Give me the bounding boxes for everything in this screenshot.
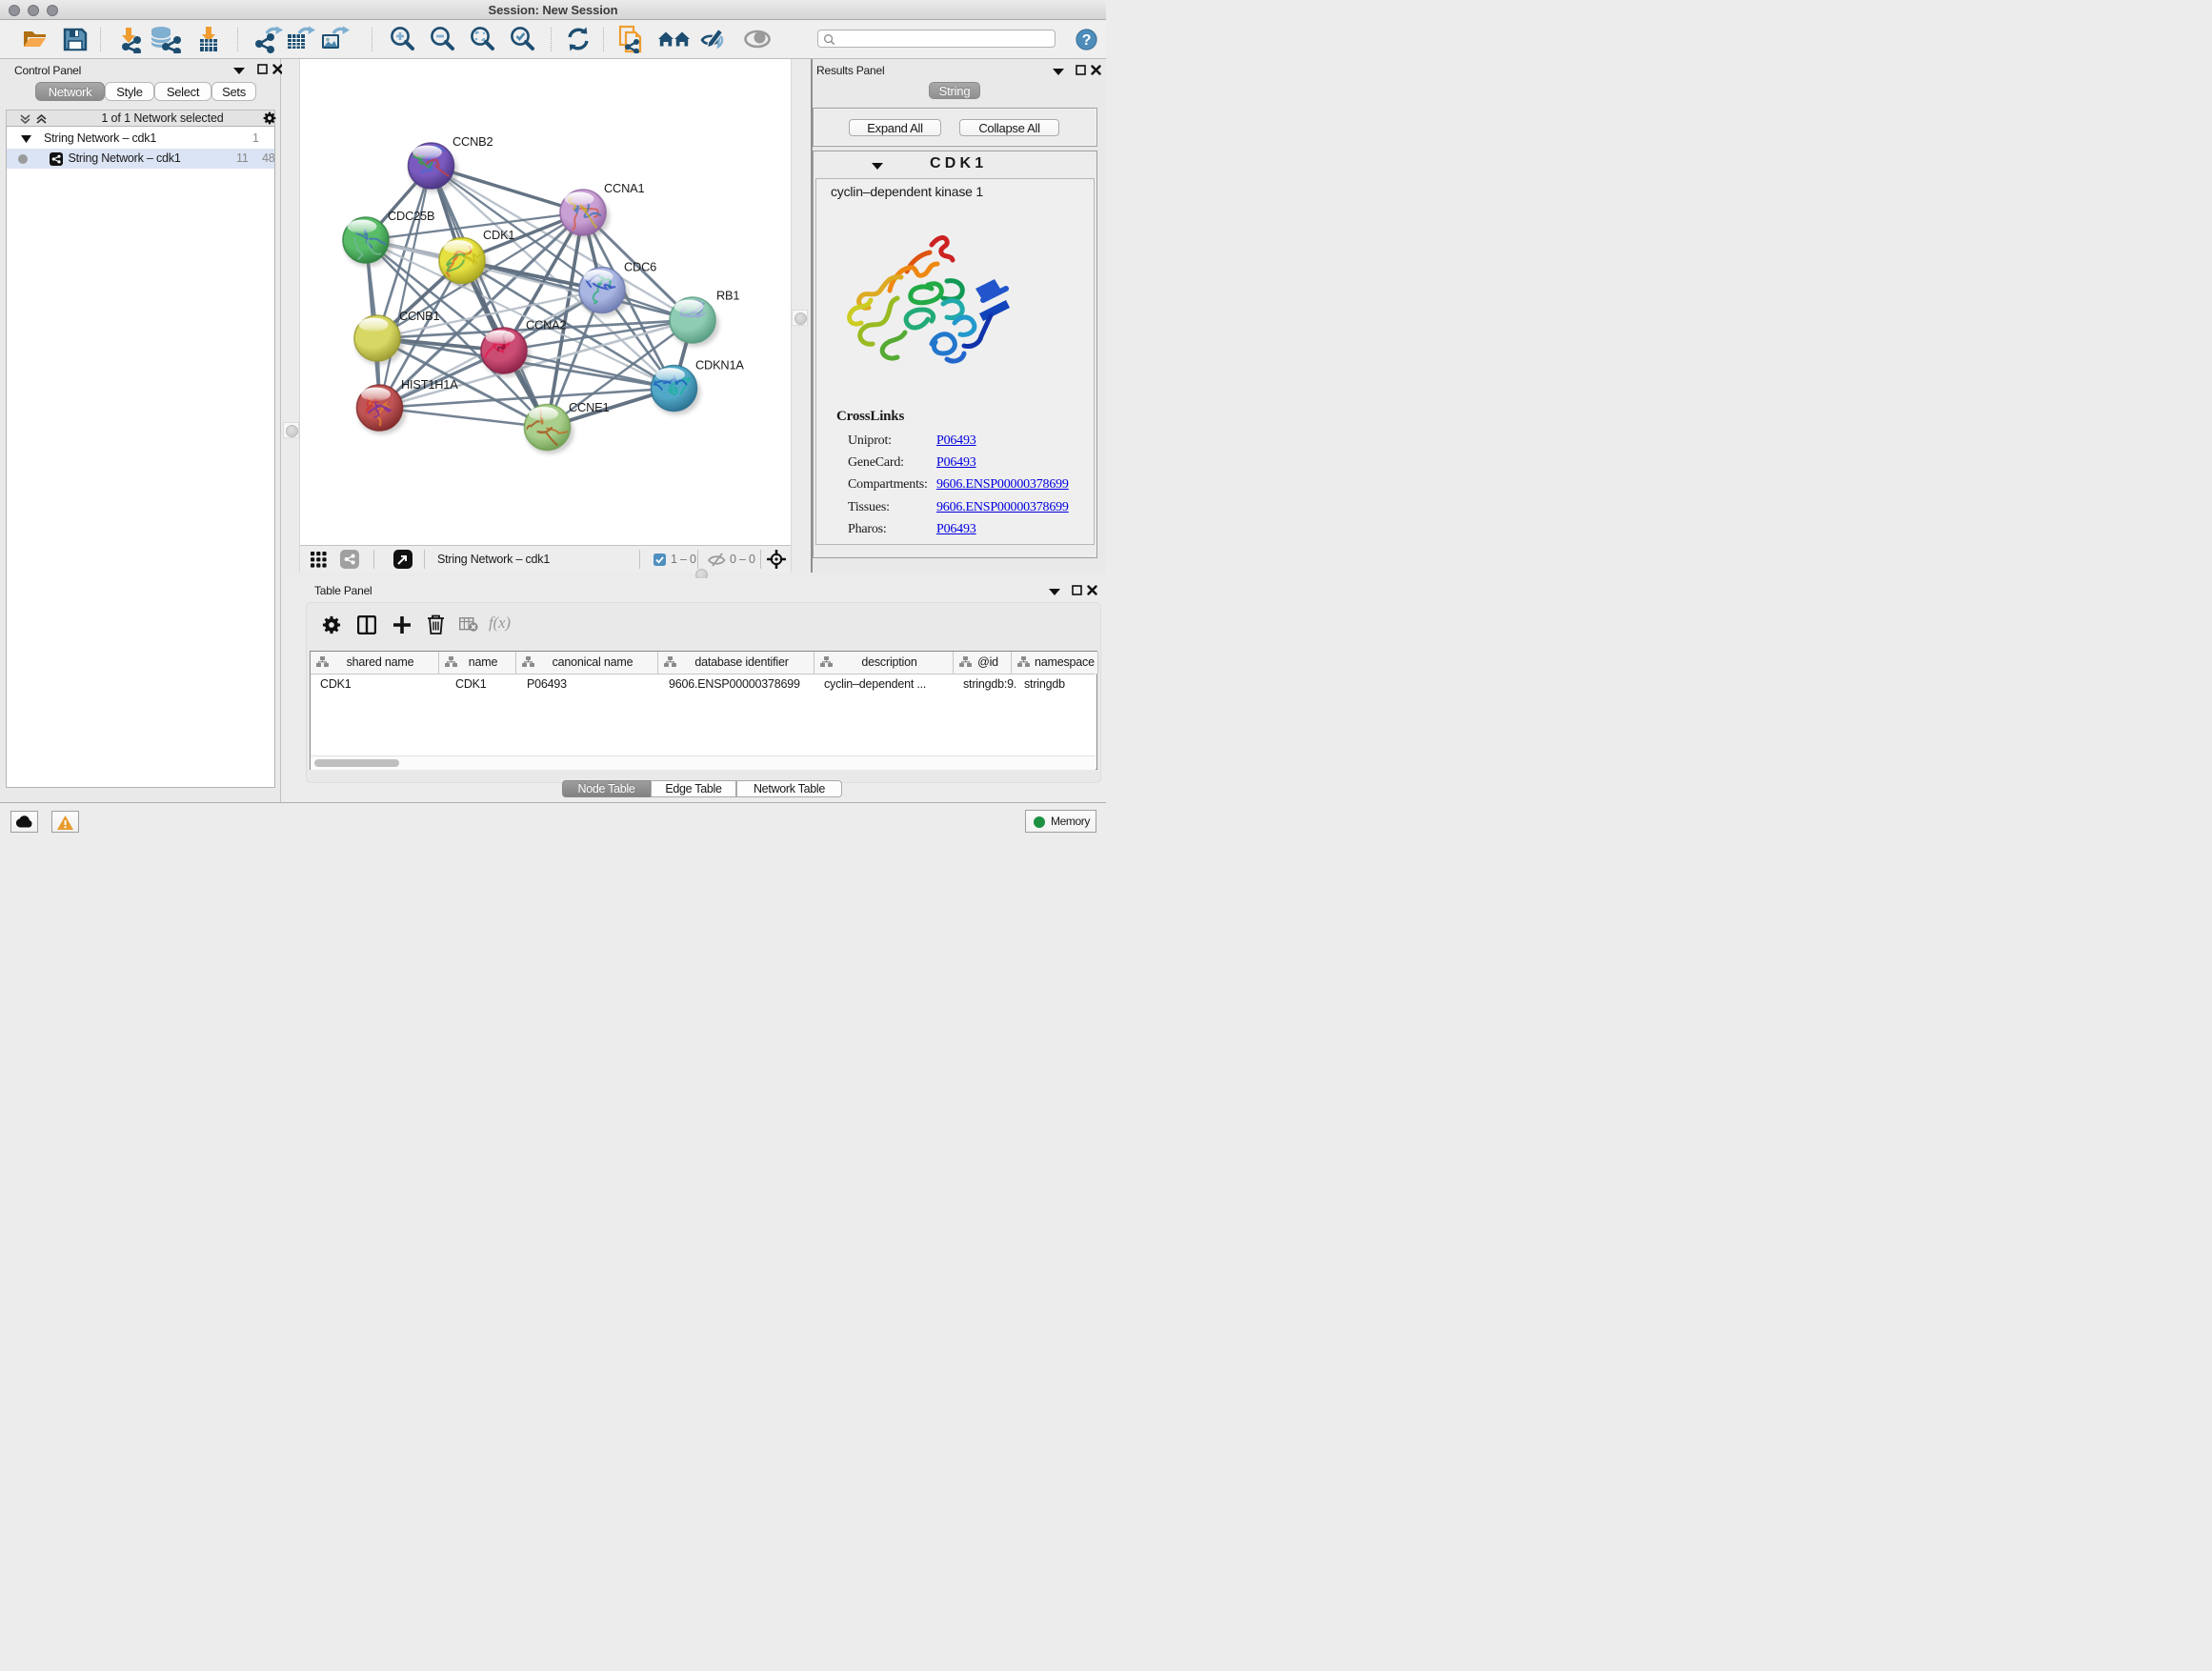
svg-text:CCNB1: CCNB1 xyxy=(399,309,439,323)
svg-text:CDC25B: CDC25B xyxy=(388,209,434,223)
svg-text:RB1: RB1 xyxy=(716,289,739,303)
svg-text:CCNA1: CCNA1 xyxy=(604,181,644,195)
svg-text:HIST1H1A: HIST1H1A xyxy=(401,377,458,392)
svg-text:CDK1: CDK1 xyxy=(483,228,514,242)
svg-text:CDKN1A: CDKN1A xyxy=(695,358,744,372)
svg-text:CCNE1: CCNE1 xyxy=(569,400,609,414)
svg-text:CCNA2: CCNA2 xyxy=(526,318,566,332)
svg-text:CDC6: CDC6 xyxy=(624,260,656,274)
svg-text:?: ? xyxy=(1082,32,1092,49)
svg-text:CCNB2: CCNB2 xyxy=(452,134,493,149)
